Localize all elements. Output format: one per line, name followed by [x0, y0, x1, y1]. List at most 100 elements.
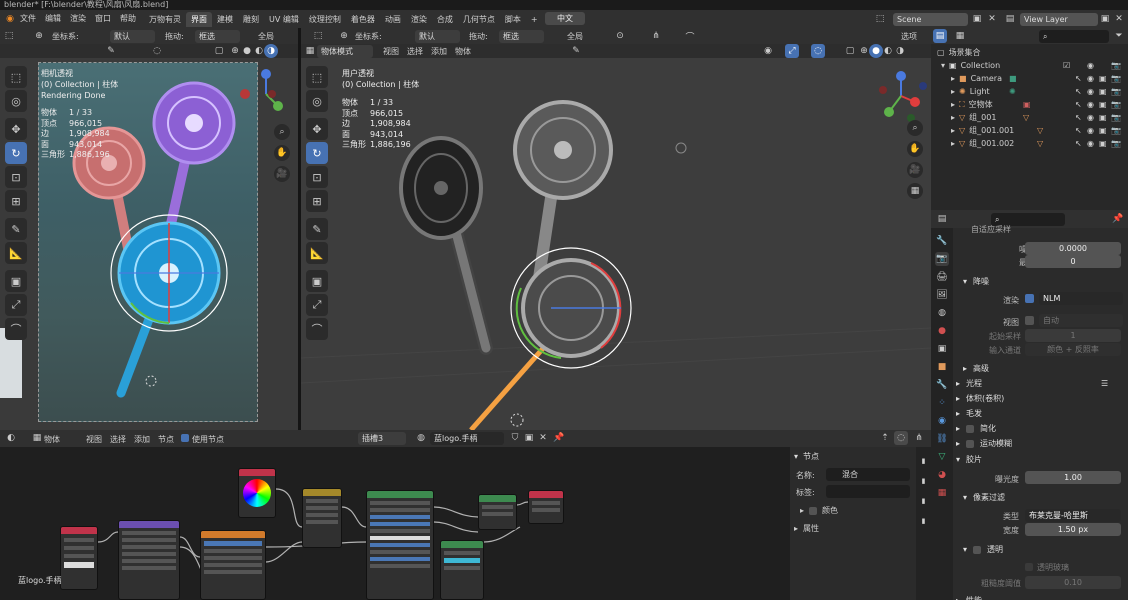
- viewport-denoiser-dropdown[interactable]: 自动: [1039, 314, 1123, 327]
- outliner-item[interactable]: ▸ ⛶ 空物体 ▣ ↖ ◉ ▣ 📷: [951, 98, 1126, 111]
- tab-workspace[interactable]: 脚本: [500, 12, 526, 27]
- tab-workspace[interactable]: 万物有灵: [144, 12, 186, 27]
- coord-dropdown[interactable]: 默认: [110, 30, 155, 43]
- transform-tool[interactable]: ⊞: [306, 190, 328, 212]
- shear-tool[interactable]: ⤢: [306, 294, 328, 316]
- rotate-tool[interactable]: ↻: [5, 142, 27, 164]
- input-passes-dropdown[interactable]: 颜色 + 反照率: [1025, 343, 1121, 356]
- cursor-tool[interactable]: ◎: [306, 90, 328, 112]
- viewport-icon[interactable]: ▣: [1099, 113, 1107, 122]
- camera-view-icon[interactable]: 🎥: [274, 166, 290, 182]
- node-mix-shader[interactable]: [478, 494, 517, 530]
- camera-render-icon[interactable]: 📷: [1111, 100, 1121, 109]
- tab-workspace[interactable]: 雕刻: [238, 12, 264, 27]
- node-section-header[interactable]: ▾ 节点: [794, 451, 819, 462]
- node-image-texture[interactable]: [200, 530, 266, 600]
- overlay-icon[interactable]: ◌: [894, 431, 908, 445]
- select-icon[interactable]: ↖: [1075, 113, 1082, 122]
- tab-view[interactable]: ▮: [922, 497, 926, 505]
- performance-section[interactable]: ▸ 性能: [956, 595, 982, 600]
- exposure-field[interactable]: 1.00: [1025, 471, 1121, 484]
- viewport-icon[interactable]: ▣: [1099, 87, 1107, 96]
- measure-tool[interactable]: 📐: [5, 242, 27, 264]
- advanced-section[interactable]: ▸ 高级: [963, 363, 989, 374]
- material-tab-icon[interactable]: ◕: [935, 468, 949, 482]
- viewport-denoise-checkbox[interactable]: [1025, 316, 1034, 325]
- pan-hand-icon[interactable]: ✋: [907, 141, 923, 157]
- tab-workspace[interactable]: UV 编辑: [264, 12, 304, 27]
- tab-workspace[interactable]: 渲染: [406, 12, 432, 27]
- object-tab-icon[interactable]: ■: [935, 360, 949, 374]
- fake-user-icon[interactable]: ⛉: [508, 431, 522, 445]
- transform-tool[interactable]: ⊞: [5, 190, 27, 212]
- camera-render-icon[interactable]: 📷: [1111, 139, 1121, 148]
- outliner-item[interactable]: ▾ ▣ Collection ☑ ◉ 📷: [941, 59, 1126, 72]
- global-dropdown[interactable]: 全局: [258, 31, 274, 42]
- duplicate-icon[interactable]: ▣: [522, 431, 536, 445]
- scale-tool[interactable]: ⊡: [5, 166, 27, 188]
- slot-dropdown[interactable]: 插槽3: [358, 432, 406, 445]
- measure-tool[interactable]: 📐: [306, 242, 328, 264]
- scene-tab-icon[interactable]: ◍: [935, 306, 949, 320]
- extra-tool[interactable]: ⌒: [5, 318, 27, 340]
- camera-render-icon[interactable]: 📷: [1111, 126, 1121, 135]
- outliner-search[interactable]: ⌕: [1039, 30, 1109, 43]
- camera-view-icon[interactable]: 🎥: [907, 162, 923, 178]
- simplify-section[interactable]: ▸ 简化: [956, 423, 996, 434]
- overlay-icon[interactable]: ◌: [150, 44, 164, 58]
- expand-arrow-icon[interactable]: ▸: [951, 126, 955, 135]
- motion-blur-checkbox[interactable]: [966, 439, 975, 448]
- editor-type-icon[interactable]: ▤: [935, 212, 949, 226]
- left-nav-gizmo[interactable]: [238, 66, 294, 122]
- expand-arrow-icon[interactable]: ▸: [951, 87, 955, 96]
- tool-tab-icon[interactable]: 🔧: [935, 234, 949, 248]
- viewport-icon[interactable]: ▣: [1099, 74, 1107, 83]
- select-icon[interactable]: ↖: [1075, 126, 1082, 135]
- expand-arrow-icon[interactable]: ▸: [951, 74, 955, 83]
- viewport-icon[interactable]: ▣: [1099, 126, 1107, 135]
- node-mapping[interactable]: [118, 520, 180, 600]
- filter-icon[interactable]: ⏷: [1112, 29, 1126, 43]
- camera-render-icon[interactable]: 📷: [1111, 74, 1121, 83]
- view-layer-icon[interactable]: ▤: [1003, 12, 1017, 26]
- node-principled-bsdf[interactable]: [366, 490, 434, 600]
- parent-node-icon[interactable]: ⇡: [878, 431, 892, 445]
- outliner-type-icon[interactable]: ▤: [933, 29, 947, 43]
- output-tab-icon[interactable]: 🖨: [935, 270, 949, 284]
- pick-icon[interactable]: ✎: [104, 44, 118, 58]
- filter-width-field[interactable]: 1.50 px: [1025, 523, 1121, 536]
- shading-render-icon[interactable]: ◑: [264, 44, 278, 58]
- node-mix[interactable]: [302, 488, 342, 548]
- viewport-icon[interactable]: ▣: [1099, 100, 1107, 109]
- texture-tab-icon[interactable]: ▦: [935, 486, 949, 500]
- material-name-field[interactable]: 蓝logo.手柄: [430, 432, 504, 445]
- start-sample-field[interactable]: 1: [1025, 329, 1121, 342]
- render-tab-icon[interactable]: 📷: [935, 252, 949, 266]
- denoise-section[interactable]: ▾ 降噪: [963, 276, 989, 287]
- language-button[interactable]: 中文: [545, 12, 585, 25]
- zoom-icon[interactable]: ⌕: [907, 120, 923, 136]
- tab-workspace[interactable]: 几何节点: [458, 12, 500, 27]
- new-scene-icon[interactable]: ▣: [970, 12, 984, 26]
- camera-render-icon[interactable]: 📷: [1111, 113, 1121, 122]
- scene-selector[interactable]: Scene: [893, 13, 968, 26]
- add-cube-tool[interactable]: ▣: [306, 270, 328, 292]
- node-name-field[interactable]: 混合: [826, 468, 910, 481]
- expand-arrow-icon[interactable]: ▾: [941, 61, 945, 70]
- menu-view[interactable]: 视图: [86, 434, 102, 445]
- node-label-field[interactable]: [826, 485, 910, 498]
- collection-tab-icon[interactable]: ▣: [935, 342, 949, 356]
- menu-add[interactable]: 添加: [134, 434, 150, 445]
- visibility-eye-icon[interactable]: ◉: [1087, 61, 1094, 70]
- noise-threshold-field[interactable]: 0.0000: [1025, 242, 1121, 255]
- zoom-icon[interactable]: ⌕: [274, 124, 290, 140]
- modifier-tab-icon[interactable]: 🔧: [935, 378, 949, 392]
- tab-node[interactable]: ▮: [922, 457, 926, 465]
- menu-render[interactable]: 渲染: [70, 13, 86, 24]
- tab-workspace-active[interactable]: 界面: [186, 12, 212, 27]
- hair-section[interactable]: ▸ 毛发: [956, 408, 982, 419]
- volume-section[interactable]: ▸ 体积(卷积): [956, 393, 1004, 404]
- include-checkbox[interactable]: ☑: [1063, 61, 1070, 70]
- outliner-item[interactable]: ▸ ■ Camera ■ ↖ ◉ ▣ 📷: [951, 72, 1126, 85]
- tab-workspace[interactable]: 合成: [432, 12, 458, 27]
